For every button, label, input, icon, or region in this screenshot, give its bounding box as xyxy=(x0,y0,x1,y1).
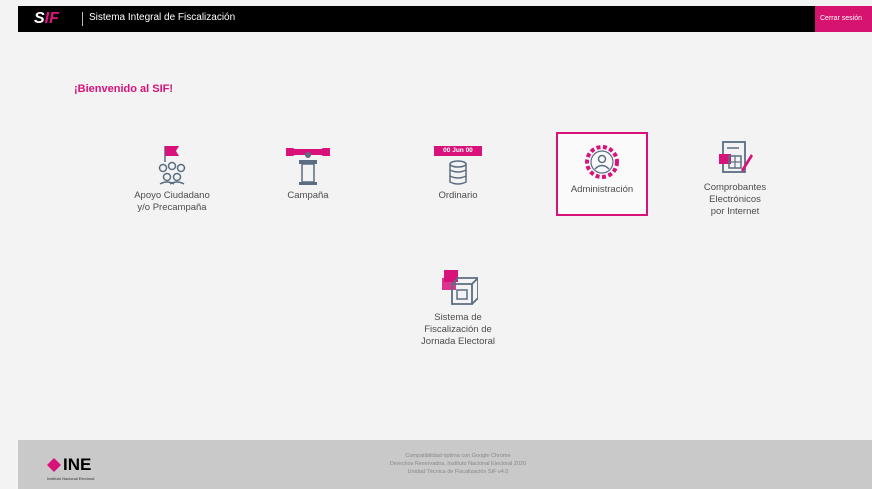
ine-diamond-icon xyxy=(47,458,61,472)
footer-info-line: Unidad Técnica de Fiscalización SIF v4.0 xyxy=(407,469,509,475)
module-administracion[interactable]: Administración xyxy=(556,132,648,216)
module-ordinario-label: Ordinario xyxy=(438,190,478,201)
module-ordinario[interactable]: 00 Jun 00 Ordinario xyxy=(423,146,493,202)
label-line: Electrónicos xyxy=(709,194,761,205)
footer-info: Compatibilidad óptima con Google Chrome … xyxy=(348,452,568,476)
logo-s: S xyxy=(34,10,45,27)
module-comprobantes[interactable]: Comprobantes Electrónicos por Internet xyxy=(690,140,780,218)
coin-stack-icon xyxy=(449,160,467,185)
module-jornada-label: Sistema de Fiscalización de Jornada Elec… xyxy=(403,312,513,348)
app-title: Sistema Integral de Fiscalización xyxy=(89,12,236,23)
ballot-box-icon xyxy=(442,270,478,305)
logo-if: IF xyxy=(44,10,59,27)
calendar-banner: 00 Jun 00 xyxy=(434,146,482,156)
label-line: por Internet xyxy=(710,206,760,217)
header-divider xyxy=(82,12,83,26)
module-apoyo-label: Apoyo Ciudadano y/o Precampaña xyxy=(122,190,222,214)
module-comprobantes-label: Comprobantes Electrónicos por Internet xyxy=(690,182,780,218)
logout-button[interactable]: Cerrar sesión xyxy=(815,6,872,32)
footer-info-line: Compatibilidad óptima con Google Chrome xyxy=(405,453,511,459)
footer: INE Instituto Nacional Electoral Compati… xyxy=(18,440,872,489)
ine-logo: INE xyxy=(47,455,91,475)
label-line: Apoyo Ciudadano xyxy=(134,190,210,201)
label-line: y/o Precampaña xyxy=(137,202,207,213)
label-line: Sistema de xyxy=(434,312,482,323)
podium-icon xyxy=(286,148,330,185)
footer-info-line: Derechos Reservados, Instituto Nacional … xyxy=(389,461,527,467)
label-line: Comprobantes xyxy=(703,182,767,193)
module-apoyo-ciudadano[interactable]: Apoyo Ciudadano y/o Precampaña xyxy=(122,144,222,214)
top-bar: S IF Sistema Integral de Fiscalización C… xyxy=(18,6,872,32)
ine-subtitle: Instituto Nacional Electoral xyxy=(47,476,95,481)
module-campana[interactable]: Campaña xyxy=(273,146,343,202)
gear-user-icon xyxy=(585,145,619,179)
page: S IF Sistema Integral de Fiscalización C… xyxy=(18,6,872,489)
label-line: Fiscalización de xyxy=(424,324,492,335)
welcome-heading: ¡Bienvenido al SIF! xyxy=(74,83,174,95)
label-line: Jornada Electoral xyxy=(421,336,495,347)
module-campana-label: Campaña xyxy=(287,190,329,201)
people-flag-icon xyxy=(158,146,186,185)
calendar-coins-icon: 00 Jun 00 xyxy=(434,146,482,186)
screen: S IF Sistema Integral de Fiscalización C… xyxy=(0,0,872,489)
module-administracion-label: Administración xyxy=(570,184,634,195)
module-jornada-electoral[interactable]: Sistema de Fiscalización de Jornada Elec… xyxy=(403,268,513,348)
ine-wordmark: INE xyxy=(63,455,92,474)
sif-logo[interactable]: S IF xyxy=(34,9,59,29)
invoice-pencil-icon xyxy=(719,141,753,173)
